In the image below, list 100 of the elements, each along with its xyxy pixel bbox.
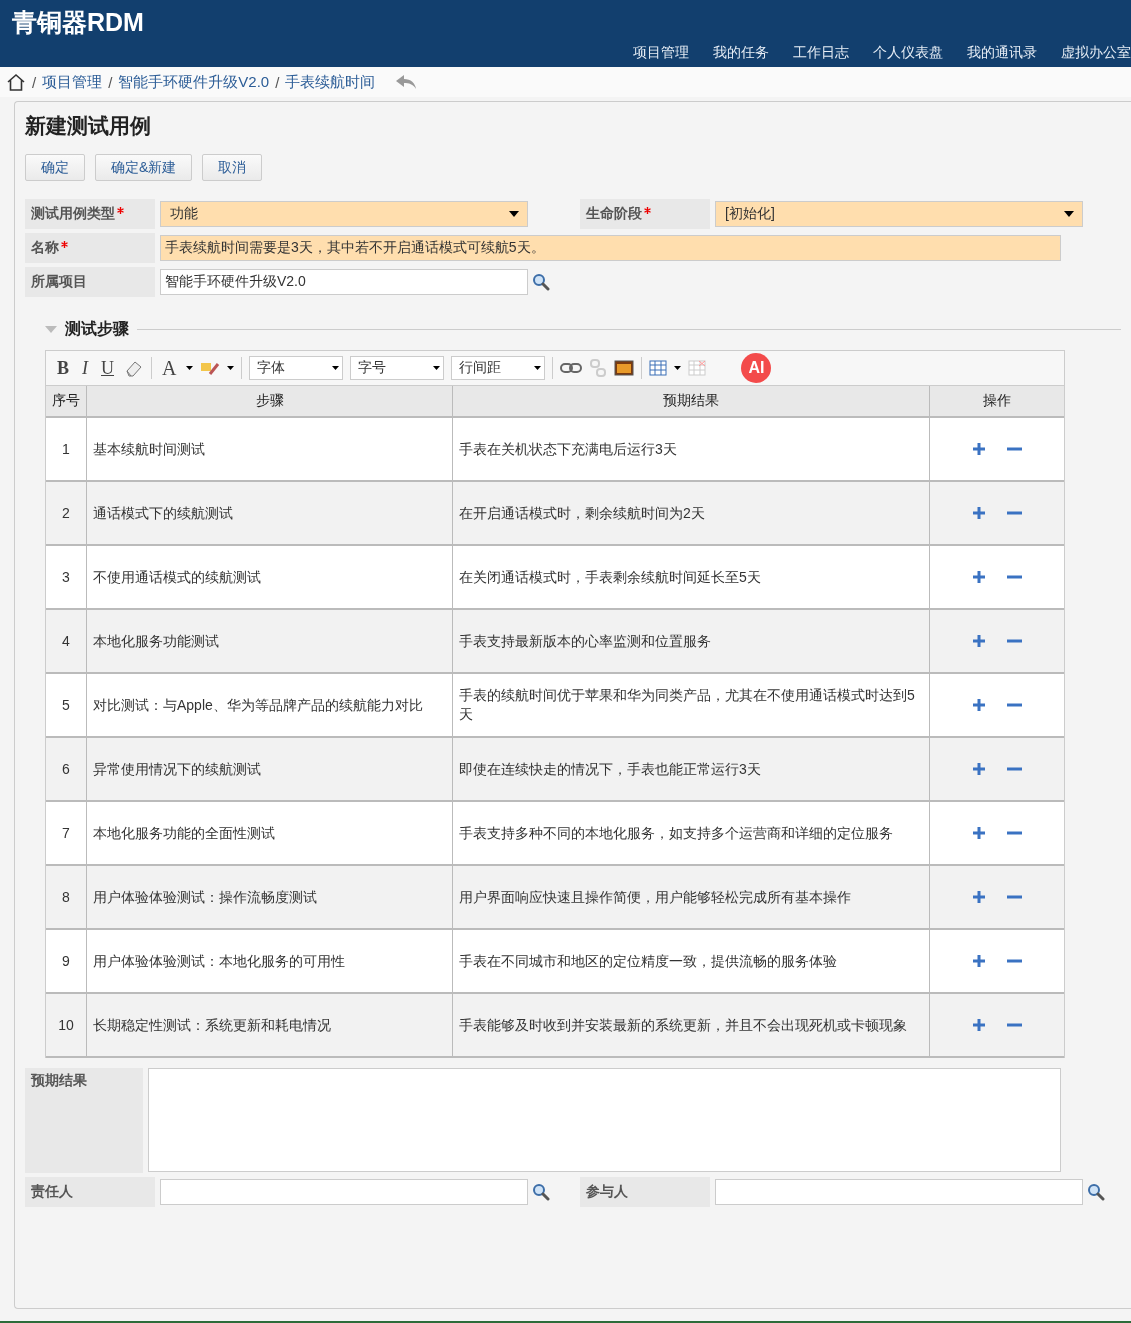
back-arrow-icon[interactable]: [395, 74, 418, 90]
add-icon[interactable]: [972, 506, 986, 520]
field-label: 责任人: [25, 1177, 155, 1207]
table-cell: 手表在不同城市和地区的定位精度一致，提供流畅的服务体验: [452, 929, 930, 993]
remove-icon[interactable]: [1007, 767, 1022, 771]
add-icon[interactable]: [972, 442, 986, 456]
table-cell: 9: [46, 929, 87, 993]
table-cell: 即使在连续快走的情况下，手表也能正常运行3天: [452, 737, 930, 801]
lookup-field[interactable]: [160, 1179, 528, 1205]
remove-icon[interactable]: [1007, 1023, 1022, 1027]
search-icon[interactable]: [532, 273, 550, 291]
nav-link[interactable]: 工作日志: [793, 44, 849, 62]
toolbar-dropdown[interactable]: 字体: [249, 356, 344, 380]
add-icon[interactable]: [972, 698, 986, 712]
add-icon[interactable]: [972, 634, 986, 648]
highlighter-icon[interactable]: [200, 360, 221, 376]
remove-icon[interactable]: [1007, 831, 1022, 835]
search-icon[interactable]: [532, 1183, 550, 1201]
action-button[interactable]: 确定: [25, 154, 85, 181]
dropdown-icon[interactable]: [227, 366, 235, 370]
ai-button[interactable]: AI: [741, 353, 772, 383]
image-icon[interactable]: [614, 360, 635, 376]
breadcrumb-separator: /: [32, 73, 37, 91]
remove-icon[interactable]: [1007, 895, 1022, 899]
action-button[interactable]: 取消: [202, 154, 263, 181]
table-cell: 手表支持最新版本的心率监测和位置服务: [452, 609, 930, 673]
remove-icon[interactable]: [1007, 703, 1022, 707]
table-cell: 不使用通话模式的续航测试: [86, 545, 453, 609]
breadcrumb-separator: /: [108, 73, 113, 91]
field-label: 预期结果: [25, 1068, 143, 1173]
add-icon[interactable]: [972, 762, 986, 776]
dropdown-icon: [534, 366, 542, 370]
field-label: 测试用例类型: [25, 199, 155, 229]
column-header: 操作: [929, 386, 1064, 417]
format-button[interactable]: U: [98, 357, 117, 379]
table-cell: 手表的续航时间优于苹果和华为同类产品，尤其在不使用通话模式时达到5天: [452, 673, 930, 737]
table-cell: 通话模式下的续航测试: [86, 481, 453, 545]
dropdown-icon: [509, 211, 519, 217]
search-icon[interactable]: [1087, 1183, 1105, 1201]
table-cell: 用户界面响应快速且操作简便，用户能够轻松完成所有基本操作: [452, 865, 930, 929]
nav-link[interactable]: 虚拟办公室: [1061, 44, 1131, 62]
table-cell: 手表支持多种不同的本地化服务，如支持多个运营商和详细的定位服务: [452, 801, 930, 865]
field-label: 名称: [25, 233, 155, 263]
add-icon[interactable]: [972, 890, 986, 904]
remove-icon[interactable]: [1007, 575, 1022, 579]
dropdown-icon: [433, 366, 441, 370]
format-button[interactable]: B: [54, 357, 72, 379]
add-icon[interactable]: [972, 570, 986, 584]
nav-link[interactable]: 项目管理: [633, 44, 689, 62]
add-icon[interactable]: [972, 1018, 986, 1032]
breadcrumb-separator: /: [275, 73, 280, 91]
nav-link[interactable]: 个人仪表盘: [873, 44, 943, 62]
table-cell: 对比测试：与Apple、华为等品牌产品的续航能力对比: [86, 673, 453, 737]
nav-link[interactable]: 我的任务: [713, 44, 769, 62]
table-cell: 2: [46, 481, 87, 545]
toolbar-dropdown[interactable]: 行间距: [451, 356, 546, 380]
remove-icon[interactable]: [1007, 447, 1022, 451]
table-cell: 8: [46, 865, 87, 929]
table-cell: 1: [46, 417, 87, 481]
dropdown-icon[interactable]: [674, 366, 682, 370]
table-cell: 基本续航时间测试: [86, 417, 453, 481]
home-icon[interactable]: [6, 73, 26, 91]
table-cell: 本地化服务功能测试: [86, 609, 453, 673]
select-field[interactable]: 功能: [160, 201, 528, 227]
breadcrumb-link[interactable]: 项目管理: [42, 72, 103, 92]
add-icon[interactable]: [972, 954, 986, 968]
name-field[interactable]: 手表续航时间需要是3天，其中若不开启通话模式可续航5天。: [160, 235, 1061, 261]
table-cell: 手表在关机状态下充满电后运行3天: [452, 417, 930, 481]
remove-icon[interactable]: [1007, 639, 1022, 643]
table-cell: 用户体验体验测试：操作流畅度测试: [86, 865, 453, 929]
breadcrumb-link[interactable]: 手表续航时间: [285, 72, 376, 92]
table-cell: 手表能够及时收到并安装最新的系统更新，并且不会出现死机或卡顿现象: [452, 993, 930, 1057]
table-cell: 6: [46, 737, 87, 801]
project-field[interactable]: 智能手环硬件升级V2.0: [160, 269, 528, 295]
action-button[interactable]: 确定&新建: [95, 154, 193, 181]
select-field[interactable]: [初始化]: [715, 201, 1083, 227]
table-icon[interactable]: [649, 360, 668, 376]
required-mark-icon: [61, 241, 68, 248]
column-header: 序号: [46, 386, 87, 417]
remove-icon[interactable]: [1007, 511, 1022, 515]
eraser-icon[interactable]: [124, 359, 144, 377]
table-cell: 在关闭通话模式时，手表剩余续航时间延长至5天: [452, 545, 930, 609]
font-color-button[interactable]: A: [159, 356, 180, 380]
dropdown-icon[interactable]: [186, 366, 194, 370]
table-cell: 在开启通话模式时，剩余续航时间为2天: [452, 481, 930, 545]
breadcrumb-link[interactable]: 智能手环硬件升级V2.0: [118, 72, 270, 92]
link-icon[interactable]: [560, 362, 583, 374]
table-cell: 10: [46, 993, 87, 1057]
format-button[interactable]: I: [79, 357, 91, 379]
dropdown-icon: [1064, 211, 1074, 217]
nav-link[interactable]: 我的通讯录: [967, 44, 1037, 62]
table-cell: 3: [46, 545, 87, 609]
required-mark-icon: [117, 207, 124, 214]
table-cell: 异常使用情况下的续航测试: [86, 737, 453, 801]
lookup-field[interactable]: [715, 1179, 1083, 1205]
add-icon[interactable]: [972, 826, 986, 840]
toolbar-dropdown[interactable]: 字号: [350, 356, 445, 380]
table-cell: 用户体验体验测试：本地化服务的可用性: [86, 929, 453, 993]
app-title: 青铜器RDM: [11, 7, 145, 38]
remove-icon[interactable]: [1007, 959, 1022, 963]
